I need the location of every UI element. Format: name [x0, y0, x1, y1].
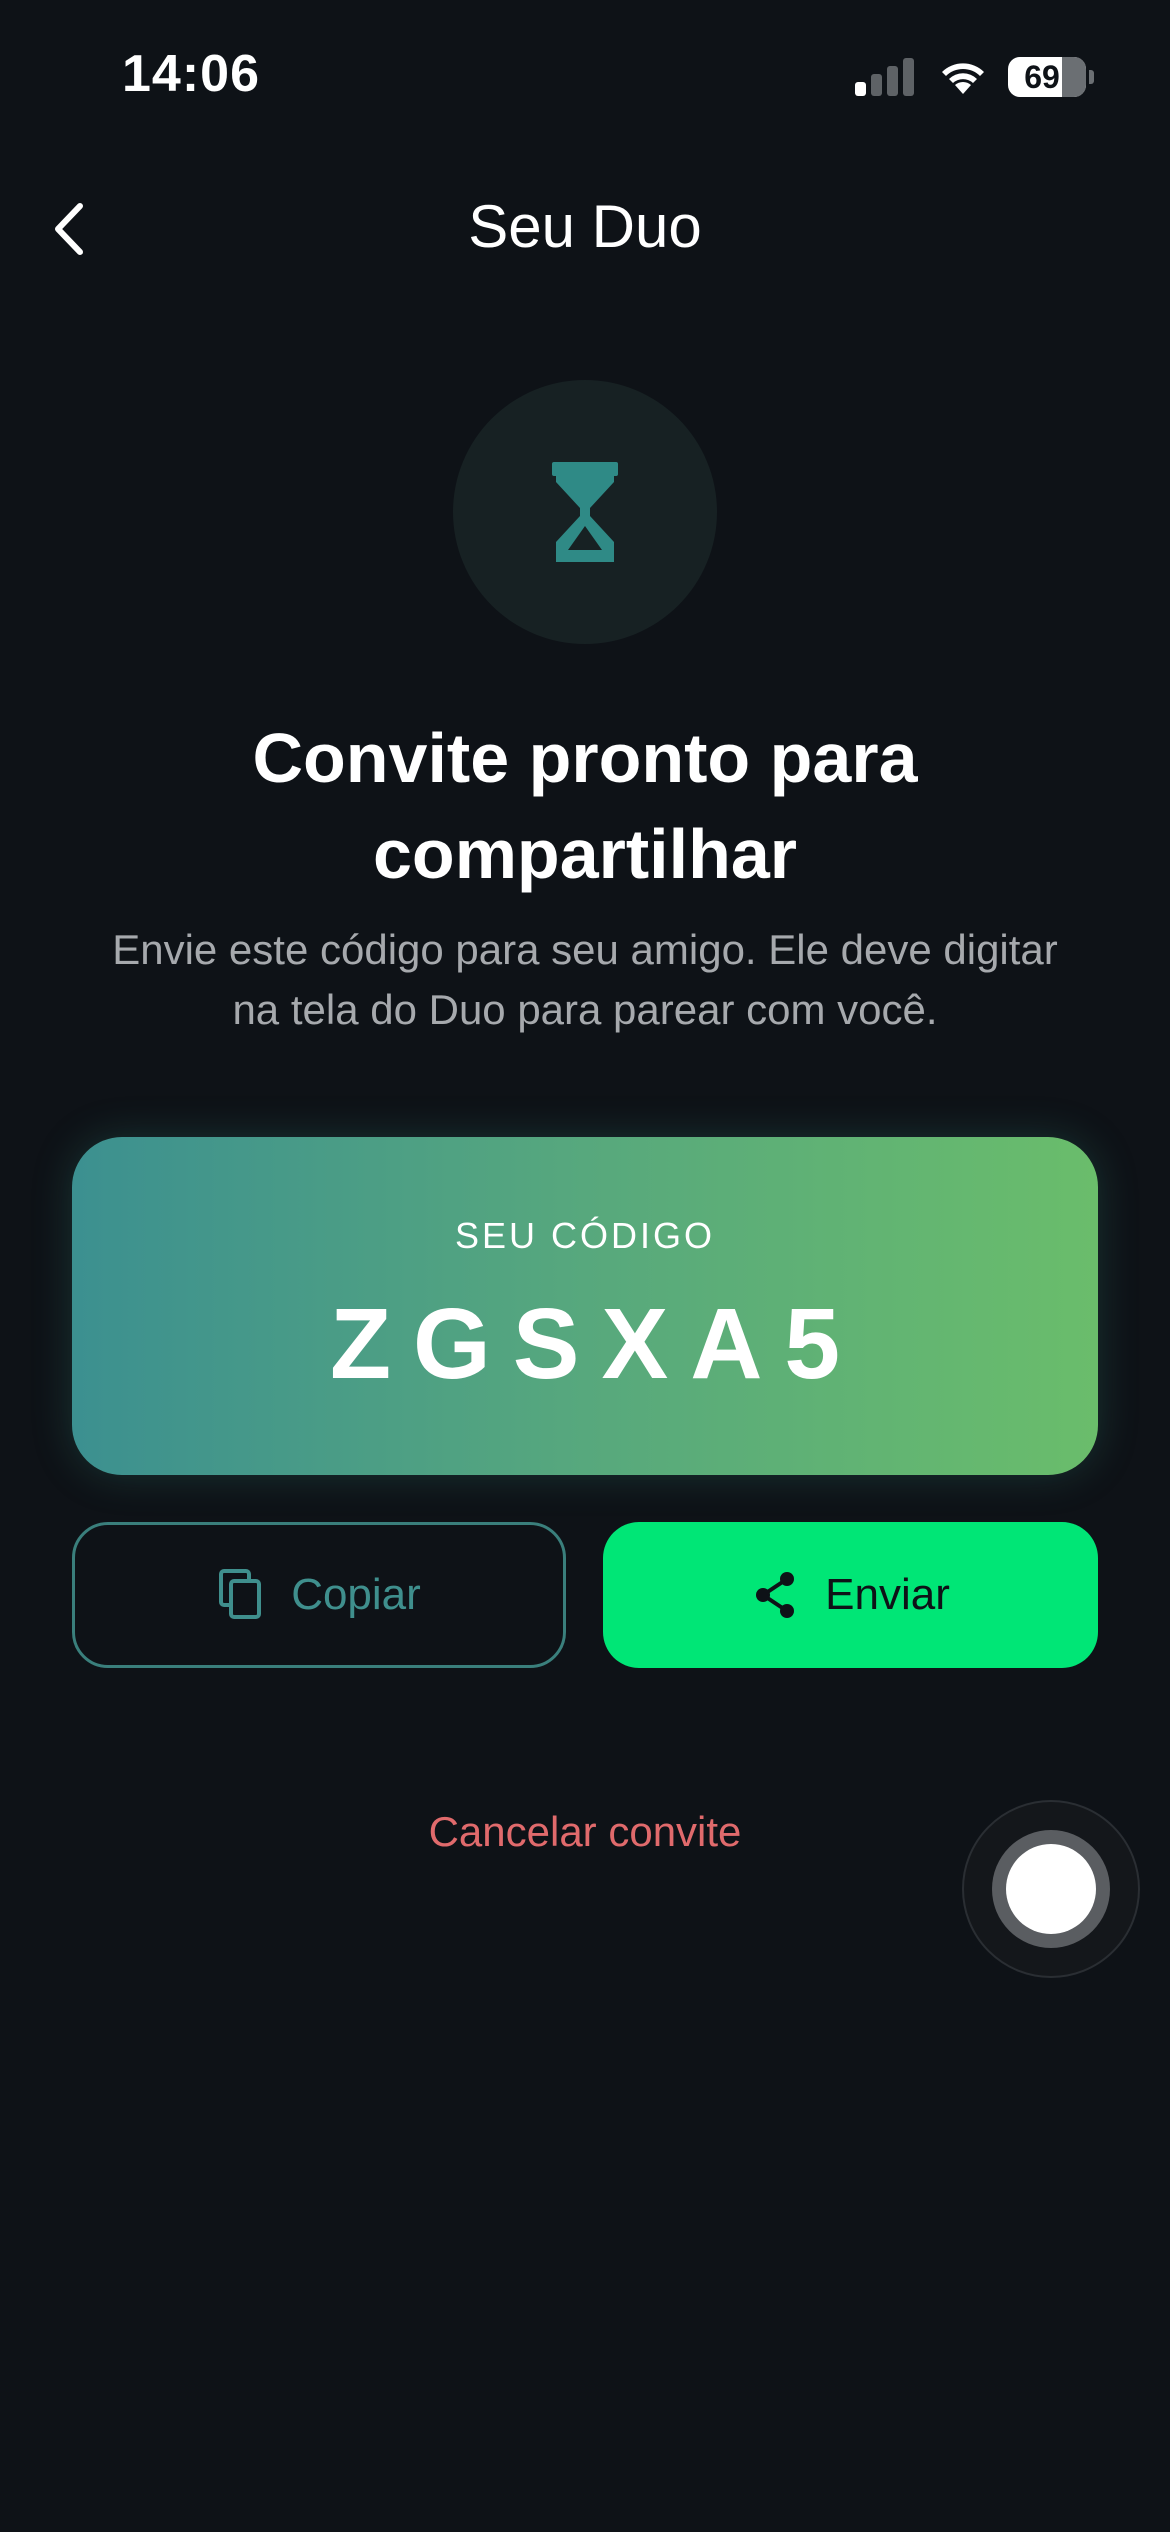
battery-level: 69 [1024, 59, 1060, 95]
send-button-label: Enviar [825, 1570, 950, 1619]
copy-button-label: Copiar [291, 1570, 421, 1619]
status-bar: 14:06 69 [0, 0, 1170, 150]
share-icon [756, 1572, 795, 1618]
hourglass-icon [552, 462, 618, 562]
send-button[interactable]: Enviar [603, 1522, 1098, 1668]
status-time: 14:06 [122, 45, 260, 103]
copy-button[interactable]: Copiar [72, 1522, 566, 1668]
nav-bar: Seu Duo [0, 170, 1170, 280]
assistive-touch-ring [992, 1830, 1110, 1948]
page-title: Seu Duo [468, 193, 702, 260]
battery-icon: 69 [1008, 57, 1086, 97]
assistive-touch-button[interactable] [962, 1800, 1140, 1978]
invite-code-card: SEU CÓDIGO ZGSXA5 [72, 1137, 1098, 1475]
cellular-signal-icon [855, 56, 915, 96]
battery-nub [1089, 70, 1094, 84]
assistive-touch-dot [1006, 1844, 1096, 1934]
invite-code: ZGSXA5 [329, 1288, 863, 1400]
copy-icon [219, 1569, 262, 1619]
description-text: Envie este código para seu amigo. Ele de… [112, 926, 1058, 1033]
code-label: SEU CÓDIGO [454, 1215, 716, 1256]
headline: Convite pronto para compartilhar [252, 719, 918, 893]
wifi-icon [942, 63, 984, 94]
hourglass-badge [453, 380, 717, 644]
